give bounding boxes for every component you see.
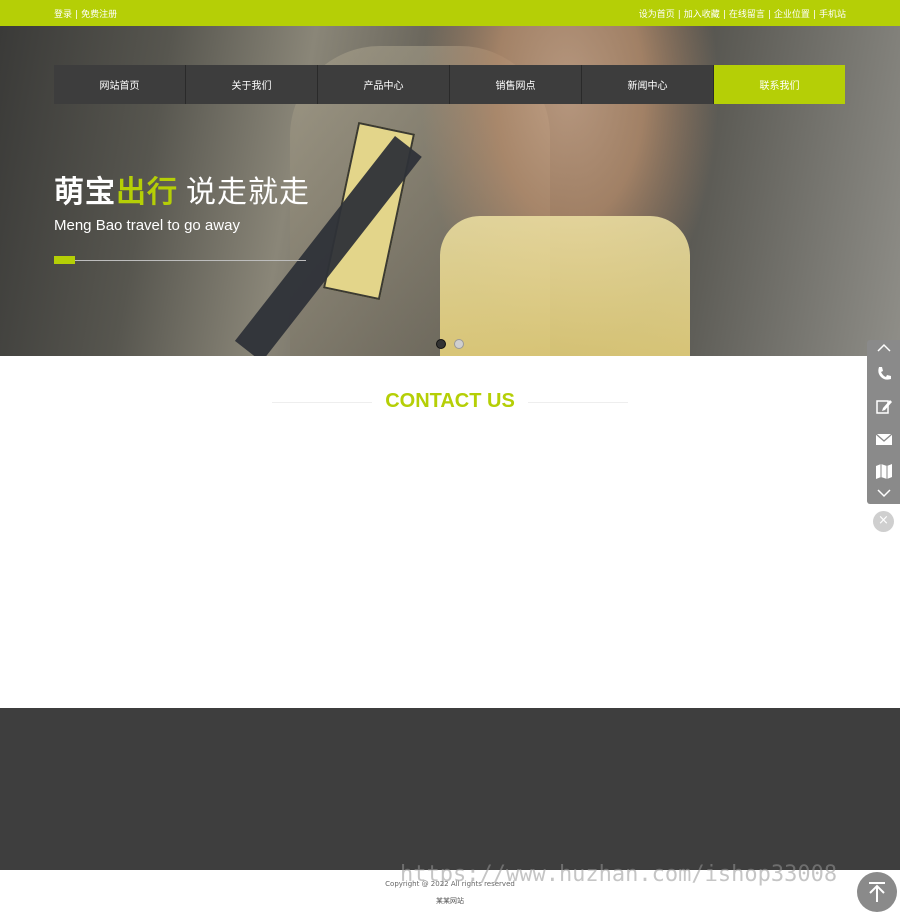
edit-icon[interactable]: [875, 397, 893, 415]
register-link[interactable]: 免费注册: [81, 10, 117, 20]
back-to-top-icon[interactable]: [857, 872, 897, 912]
nav-item-about[interactable]: 关于我们: [186, 65, 318, 104]
heading-line-left: [272, 402, 372, 403]
section-title: CONTACT US: [385, 390, 515, 412]
heading-line-right: [528, 402, 628, 403]
side-toolbar: [867, 340, 900, 504]
mobile-site-link[interactable]: 手机站: [819, 10, 846, 20]
login-link[interactable]: 登录: [54, 10, 72, 20]
main-nav: 网站首页 关于我们 产品中心 销售网点 新闻中心 联系我们: [54, 65, 845, 104]
nav-item-products[interactable]: 产品中心: [318, 65, 450, 104]
top-bar: 登录 | 免费注册 设为首页 | 加入收藏 | 在线留言 | 企业位置 | 手机站: [0, 0, 900, 26]
hero-slogan: 萌宝出行 说走就走: [54, 167, 310, 211]
nav-item-contact[interactable]: 联系我们: [714, 65, 845, 104]
set-homepage-link[interactable]: 设为首页: [639, 10, 675, 20]
chevron-up-icon[interactable]: [875, 341, 893, 359]
top-bar-right: 设为首页 | 加入收藏 | 在线留言 | 企业位置 | 手机站: [638, 10, 846, 20]
slogan-part-a: 萌宝: [54, 175, 116, 210]
nav-item-outlets[interactable]: 销售网点: [450, 65, 582, 104]
nav-item-home[interactable]: 网站首页: [54, 65, 186, 104]
nav-item-news[interactable]: 新闻中心: [582, 65, 714, 104]
online-message-link[interactable]: 在线留言: [729, 10, 765, 20]
phone-icon[interactable]: [875, 365, 893, 383]
slogan-highlight: 出行: [116, 175, 178, 210]
slogan-part-c: 说走就走: [186, 175, 310, 210]
chevron-down-icon[interactable]: [875, 486, 893, 504]
slider-dots: [436, 339, 464, 349]
hero-image-dress: [440, 216, 690, 356]
footer-dark-band: [0, 708, 900, 870]
slider-dot-2[interactable]: [454, 339, 464, 349]
company-location-link[interactable]: 企业位置: [774, 10, 810, 20]
contact-heading: CONTACT US: [272, 390, 628, 416]
top-bar-left: 登录 | 免费注册: [54, 10, 118, 20]
close-icon[interactable]: ×: [873, 511, 894, 532]
hero-divider: [54, 256, 306, 264]
footer-site-link[interactable]: 某某网站: [0, 896, 900, 906]
mail-icon[interactable]: [875, 430, 893, 448]
watermark-text: https://www.huzhan.com/ishop33008: [400, 862, 838, 887]
hero-subtitle: Meng Bao travel to go away: [54, 217, 240, 234]
slider-dot-1[interactable]: [436, 339, 446, 349]
hero-divider-accent: [54, 256, 75, 264]
add-favorite-link[interactable]: 加入收藏: [684, 10, 720, 20]
map-icon[interactable]: [875, 462, 893, 480]
